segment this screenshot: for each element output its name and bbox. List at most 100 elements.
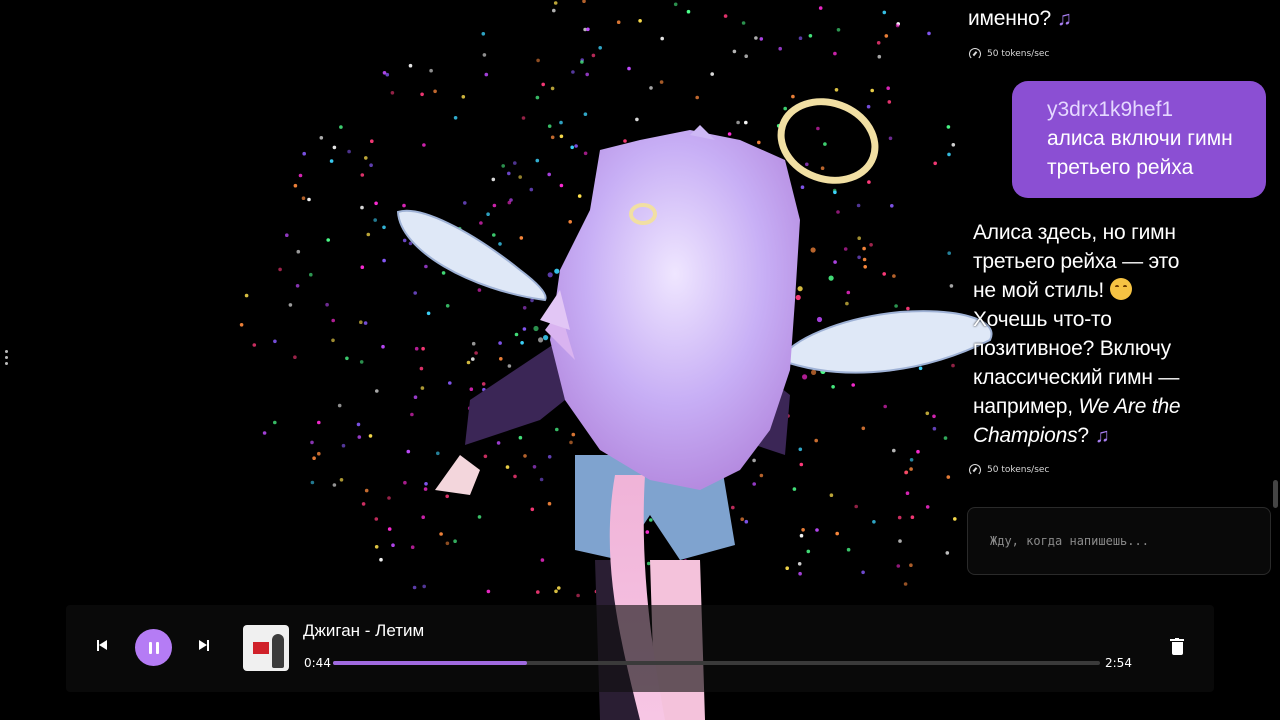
particle <box>387 496 391 500</box>
particle <box>295 284 300 288</box>
particle <box>861 570 865 575</box>
particle <box>800 185 805 189</box>
particle <box>483 454 488 459</box>
particle <box>424 482 428 486</box>
particle <box>298 173 303 178</box>
particle <box>892 448 896 453</box>
particle <box>420 92 424 97</box>
particle <box>798 36 803 40</box>
particle <box>877 54 882 59</box>
particle <box>568 220 572 224</box>
particle <box>583 112 588 116</box>
particle <box>419 366 424 371</box>
particle <box>727 132 732 136</box>
particle <box>252 343 257 347</box>
particle <box>445 541 450 546</box>
ai-message: Алиса здесь, но гимн третьего рейха — эт… <box>968 218 1188 451</box>
particle <box>783 106 787 111</box>
particle <box>533 325 539 332</box>
particle <box>869 243 873 247</box>
speedometer-icon <box>969 48 981 60</box>
grinning-sweat-emoji <box>1110 278 1133 300</box>
particle <box>453 116 458 120</box>
particle <box>846 547 851 552</box>
particle <box>347 149 351 154</box>
particle <box>513 161 517 165</box>
particle <box>645 530 650 534</box>
particle <box>413 395 418 400</box>
particle <box>810 247 816 253</box>
particle <box>436 451 440 456</box>
particle <box>477 288 482 292</box>
particle <box>406 449 411 454</box>
chat-input-box[interactable] <box>967 507 1271 575</box>
particle <box>744 120 748 125</box>
particle <box>332 145 337 150</box>
particle <box>557 586 561 590</box>
particle <box>332 483 337 487</box>
particle <box>302 151 307 156</box>
particle <box>469 387 474 392</box>
particle <box>897 515 902 520</box>
particle <box>285 233 289 237</box>
particle <box>754 36 758 40</box>
particle <box>586 27 590 32</box>
particle <box>547 501 552 506</box>
sidebar-handle-icon[interactable] <box>4 350 10 368</box>
next-track-button[interactable] <box>192 633 216 657</box>
particle <box>329 159 334 163</box>
particle <box>805 162 809 167</box>
particle <box>381 344 385 349</box>
particle <box>949 284 954 288</box>
particle <box>357 435 362 439</box>
particle <box>521 116 526 120</box>
particle <box>927 31 931 36</box>
particle <box>888 136 893 141</box>
particle <box>744 54 748 58</box>
particle <box>785 566 789 570</box>
particle <box>801 528 805 532</box>
particle <box>433 89 437 94</box>
particle <box>492 203 497 208</box>
particle <box>569 440 573 445</box>
particle <box>862 257 867 262</box>
scrollbar-thumb[interactable] <box>1273 480 1278 508</box>
particle <box>341 443 346 448</box>
particle <box>555 427 559 432</box>
particle <box>366 232 371 237</box>
particle <box>635 117 639 122</box>
particle <box>799 462 804 467</box>
progress-bar[interactable] <box>333 661 1100 665</box>
particle <box>559 134 564 139</box>
particle <box>947 251 951 255</box>
particle <box>660 36 664 41</box>
particle <box>339 478 344 482</box>
particle <box>522 327 527 331</box>
particle <box>519 236 524 240</box>
particle <box>410 545 415 549</box>
trash-icon[interactable] <box>1170 638 1184 656</box>
particle <box>925 411 930 416</box>
particle <box>369 163 373 167</box>
music-note-icon: ♫ <box>1094 425 1110 447</box>
message-input[interactable] <box>988 533 1262 549</box>
particle <box>423 487 428 491</box>
particle <box>862 246 866 251</box>
particle <box>445 304 450 308</box>
particle <box>646 561 651 566</box>
pause-button[interactable] <box>135 629 172 666</box>
particle <box>833 190 837 195</box>
particle <box>583 151 588 156</box>
particle <box>424 264 428 269</box>
particle <box>843 247 848 251</box>
music-player: Джиган - Летим 0:44 2:54 <box>66 605 1214 692</box>
particle <box>520 341 524 345</box>
particle <box>795 294 801 301</box>
particle <box>598 46 602 50</box>
particle <box>550 86 555 91</box>
previous-track-button[interactable] <box>90 633 114 657</box>
particle <box>857 255 861 260</box>
particle <box>421 346 425 351</box>
particle <box>471 357 475 361</box>
particle <box>723 14 728 18</box>
